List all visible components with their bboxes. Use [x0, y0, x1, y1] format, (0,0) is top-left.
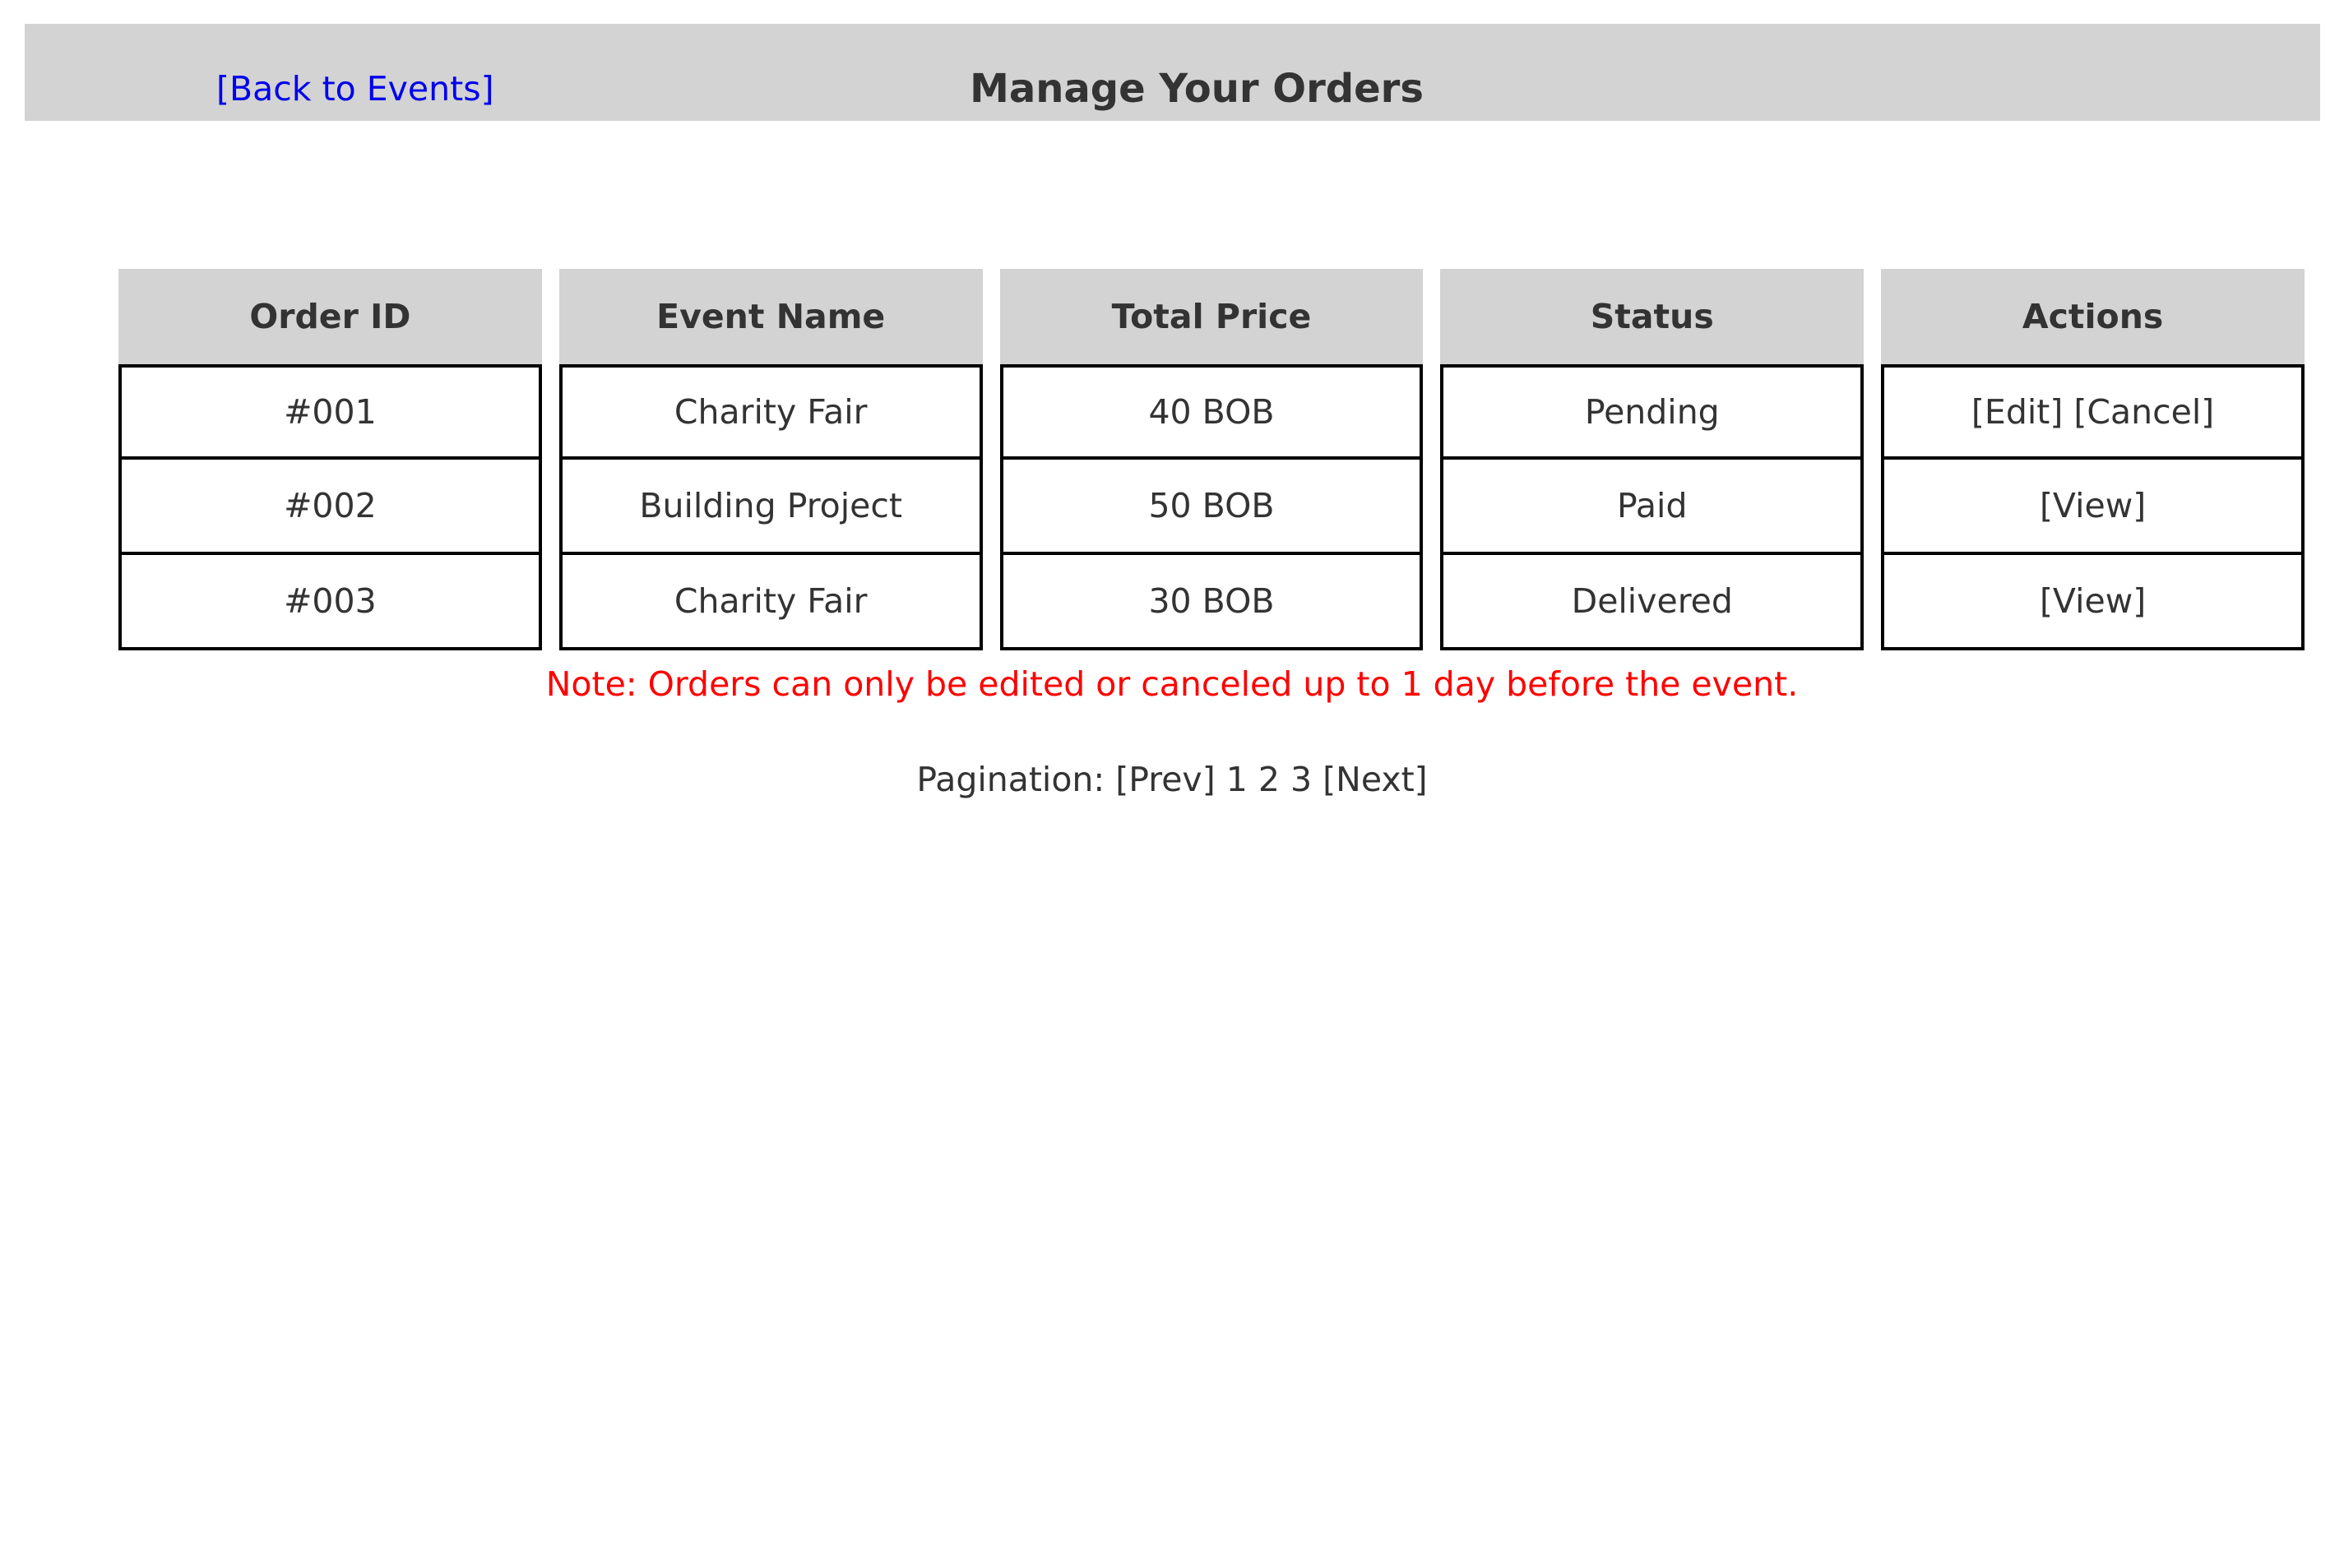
orders-table: Order ID Event Name Total Price Status A… [118, 269, 2305, 650]
pagination-page-2[interactable]: 2 [1258, 760, 1280, 799]
view-order-button[interactable]: [View] [2040, 581, 2146, 621]
pagination-label: Pagination: [916, 760, 1105, 799]
total-price-cell: 30 BOB [999, 555, 1424, 650]
pagination-next-button[interactable]: [Next] [1323, 760, 1428, 799]
table-header-row: Order ID Event Name Total Price Status A… [118, 269, 2305, 364]
actions-cell: [View] [1881, 460, 2305, 555]
column-header-status: Status [1440, 269, 1865, 364]
table-row: #003 Charity Fair 30 BOB Delivered [View… [118, 555, 2305, 650]
actions-cell: [Edit] [Cancel] [1881, 364, 2305, 460]
actions-cell: [View] [1881, 555, 2305, 650]
status-cell: Delivered [1440, 555, 1865, 650]
edit-order-button[interactable]: [Edit] [1971, 392, 2063, 432]
pagination-prev-button[interactable]: [Prev] [1115, 760, 1215, 799]
view-order-button[interactable]: [View] [2040, 486, 2146, 525]
edit-cancel-note: Note: Orders can only be edited or cance… [545, 664, 1799, 704]
column-header-total-price: Total Price [999, 269, 1424, 364]
total-price-cell: 40 BOB [999, 364, 1424, 460]
event-name-cell: Charity Fair [558, 555, 983, 650]
page-header: [Back to Events] Manage Your Orders [25, 24, 2320, 121]
total-price-cell: 50 BOB [999, 460, 1424, 555]
cancel-order-button[interactable]: [Cancel] [2073, 392, 2214, 432]
column-header-actions: Actions [1881, 269, 2305, 364]
event-name-cell: Charity Fair [558, 364, 983, 460]
pagination-page-1[interactable]: 1 [1226, 760, 1248, 799]
table-row: #002 Building Project 50 BOB Paid [View] [118, 460, 2305, 555]
pagination-page-3[interactable]: 3 [1290, 760, 1312, 799]
back-to-events-link[interactable]: [Back to Events] [216, 24, 494, 121]
page-title: Manage Your Orders [970, 66, 1424, 112]
order-id-cell: #003 [118, 555, 542, 650]
order-id-cell: #001 [118, 364, 542, 460]
status-cell: Paid [1440, 460, 1865, 555]
table-row: #001 Charity Fair 40 BOB Pending [Edit] … [118, 364, 2305, 460]
pagination: Pagination: [Prev] 1 2 3 [Next] [0, 760, 2344, 799]
column-header-event-name: Event Name [558, 269, 983, 364]
column-header-order-id: Order ID [118, 269, 542, 364]
order-id-cell: #002 [118, 460, 542, 555]
status-cell: Pending [1440, 364, 1865, 460]
event-name-cell: Building Project [558, 460, 983, 555]
